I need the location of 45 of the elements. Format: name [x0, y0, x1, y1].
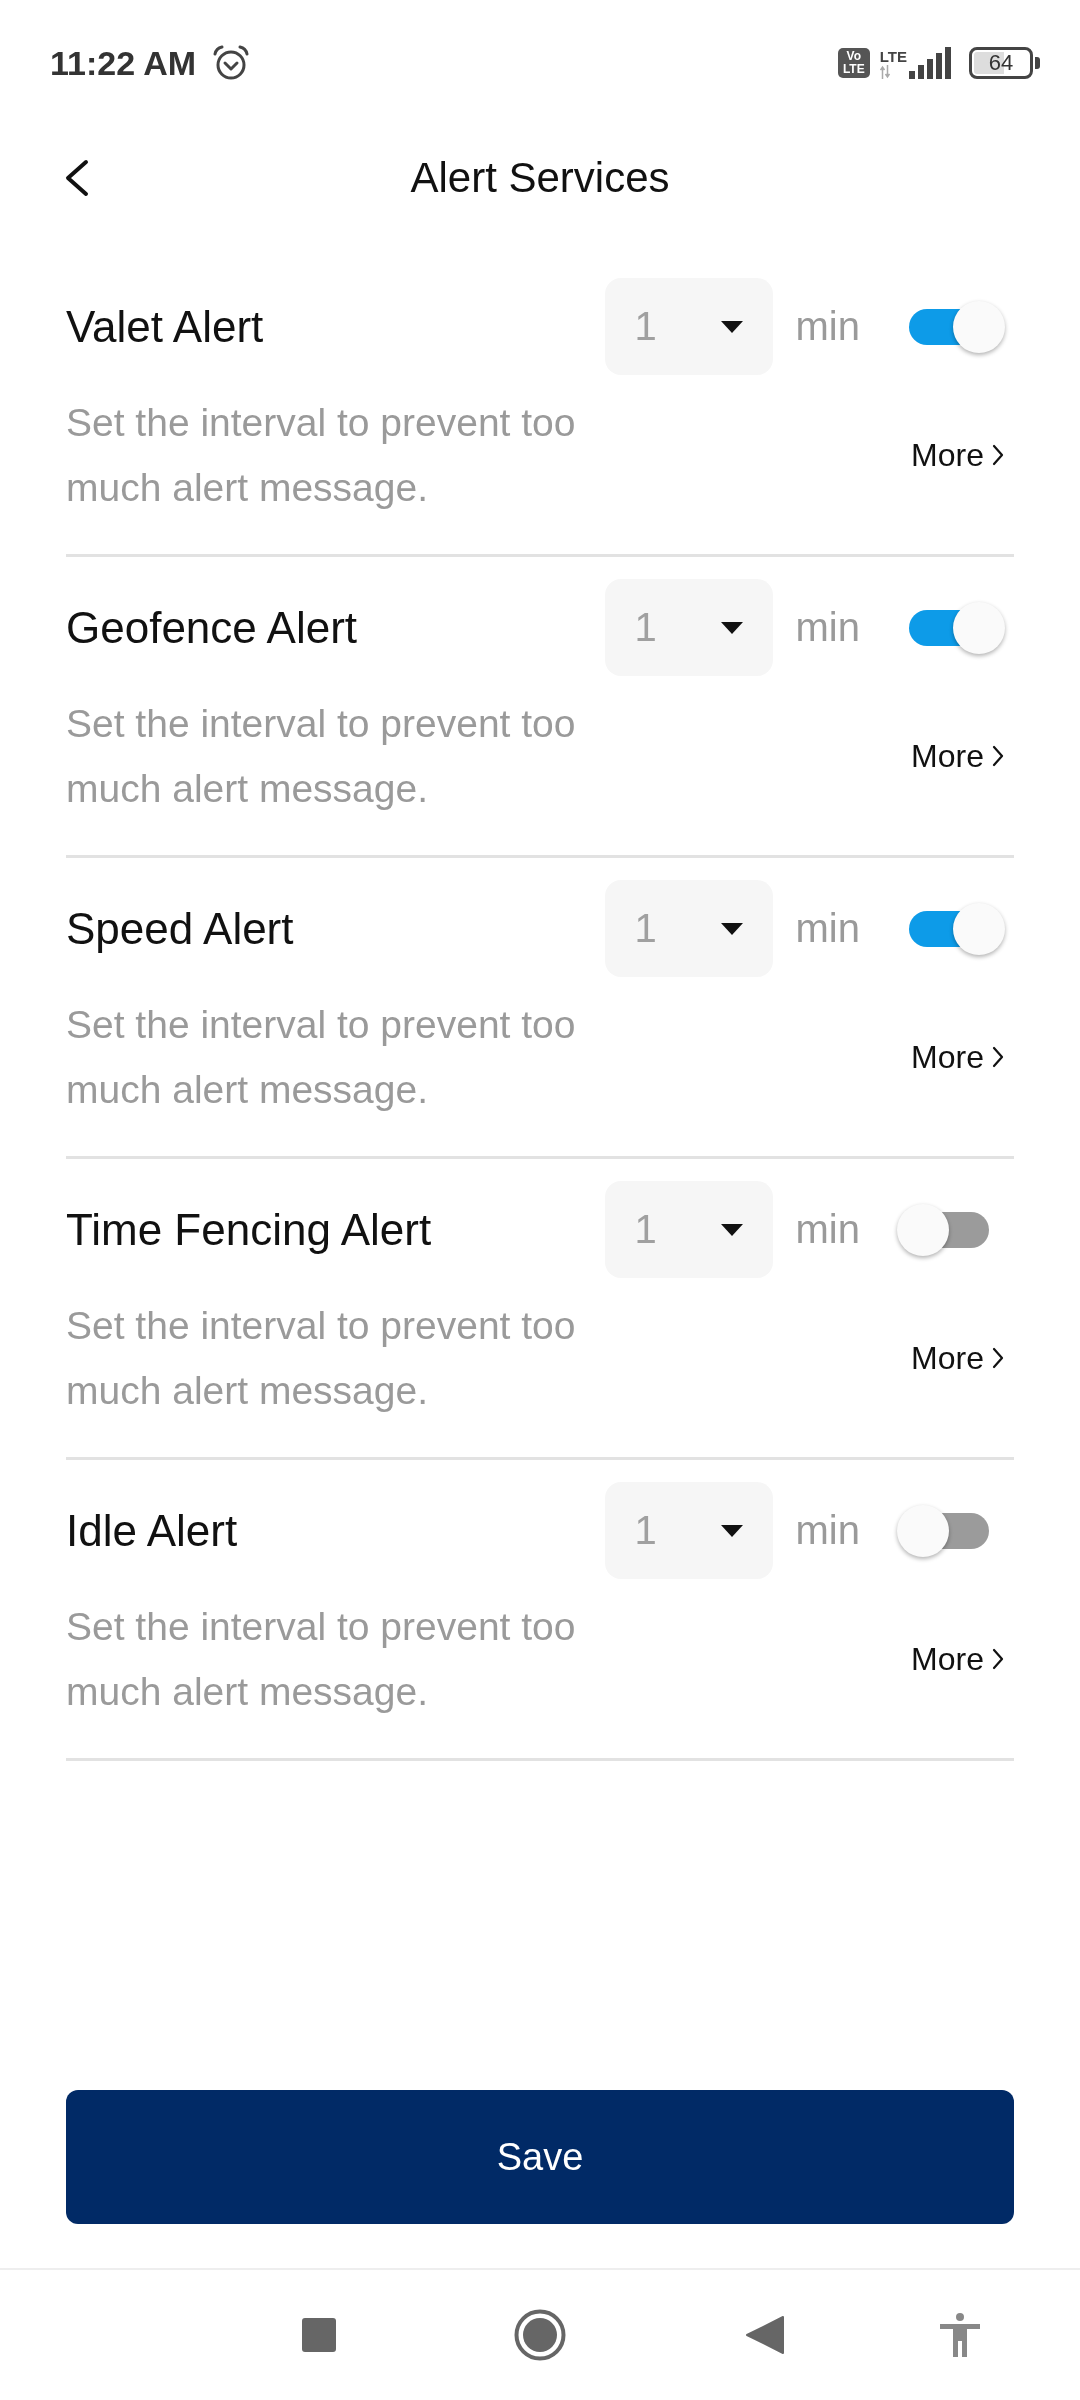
more-link[interactable]: More [911, 1339, 1004, 1377]
unit-label: min [795, 1207, 860, 1252]
alert-title: Speed Alert [66, 903, 295, 954]
square-icon [302, 2318, 336, 2352]
more-link[interactable]: More [911, 1038, 1004, 1076]
alert-description: Set the interval to prevent too much alert message. [66, 1604, 577, 1715]
more-link[interactable]: More [911, 737, 1004, 775]
caret-down-icon [720, 621, 743, 634]
save-button[interactable]: Save [66, 2090, 1014, 2224]
network-type-label: LTE [879, 48, 907, 64]
caret-down-icon [720, 1223, 743, 1236]
more-link[interactable]: More [911, 1640, 1004, 1678]
signal-bars-icon [909, 47, 953, 79]
accessibility-button[interactable] [940, 2313, 980, 2357]
caret-down-icon [720, 1524, 743, 1537]
chevron-right-icon [992, 1648, 1004, 1670]
accessibility-icon [940, 2313, 980, 2357]
unit-label: min [795, 906, 860, 951]
alert-description: Set the interval to prevent too much alert message. [66, 701, 577, 812]
alert-title: Geofence Alert [66, 602, 359, 653]
chevron-right-icon [992, 1046, 1004, 1068]
alert-title: Valet Alert [66, 301, 265, 352]
data-arrows-icon [879, 65, 890, 79]
chevron-right-icon [992, 444, 1004, 466]
alert-title: Time Fencing Alert [66, 1204, 433, 1255]
alert-description: Set the interval to prevent too much alert message. [66, 1303, 577, 1414]
chevron-right-icon [992, 745, 1004, 767]
unit-label: min [795, 304, 860, 349]
alarm-clock-icon [212, 44, 251, 82]
unit-label: min [795, 1508, 860, 1553]
more-link[interactable]: More [911, 436, 1004, 474]
page-title: Alert Services [410, 154, 670, 202]
back-nav-button[interactable] [745, 2315, 785, 2355]
unit-label: min [795, 605, 860, 650]
caret-down-icon [720, 320, 743, 333]
alert-description: Set the interval to prevent too much alert message. [66, 1002, 577, 1113]
alert-title: Idle Alert [66, 1505, 239, 1556]
chevron-right-icon [992, 1347, 1004, 1369]
home-button[interactable] [514, 2309, 566, 2361]
alert-description: Set the interval to prevent too much alert message. [66, 400, 577, 511]
ring-circle-icon [514, 2309, 566, 2361]
triangle-left-icon [745, 2315, 785, 2355]
status-time: 11:22 AM [50, 43, 197, 83]
volte-badge: Vo LTE [837, 48, 870, 78]
caret-down-icon [720, 922, 743, 935]
